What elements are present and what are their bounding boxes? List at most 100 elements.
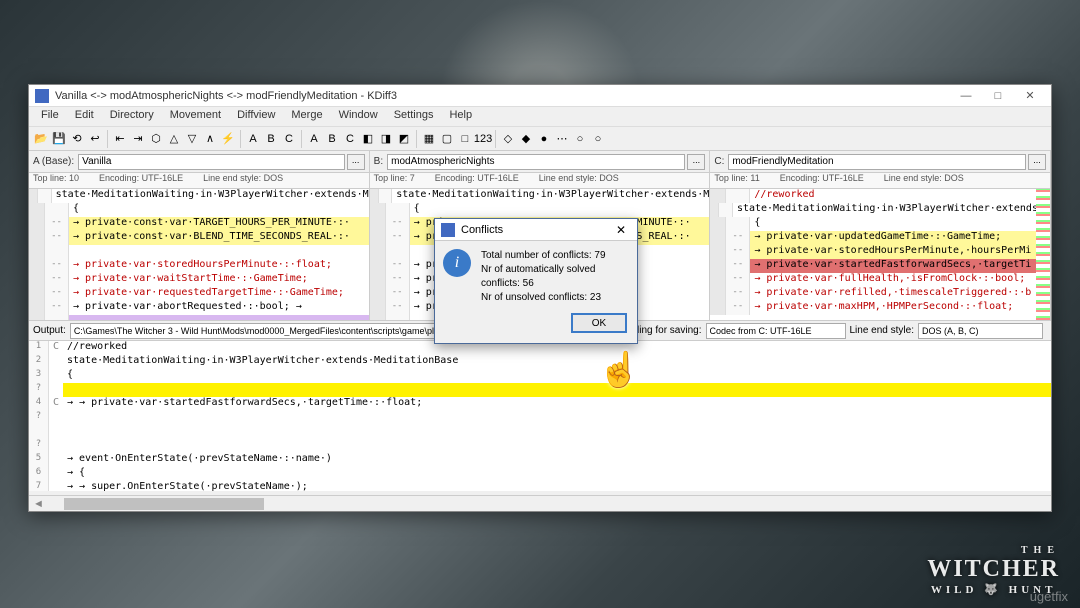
dialog-message: Total number of conflicts: 79 Nr of auto… (481, 249, 629, 305)
toolbar-icon[interactable]: ▽ (184, 131, 200, 147)
output-text: state·MeditationWaiting·in·W3PlayerWitch… (63, 355, 1051, 369)
toolbar: 📂💾⟲↩⇤⇥⬡△▽∧⚡ABCABC◧◨◩▦▢□123◇◆●⋯○○ (29, 127, 1051, 151)
toolbar-icon[interactable]: 123 (475, 131, 491, 147)
toolbar-icon[interactable]: ▢ (439, 131, 455, 147)
topline-label: Top line: 10 (33, 173, 79, 188)
toolbar-icon[interactable]: ◩ (396, 131, 412, 147)
browse-button[interactable]: ... (687, 154, 705, 170)
menu-window[interactable]: Window (331, 107, 386, 126)
pane-name-input[interactable] (78, 154, 345, 170)
toolbar-icon[interactable]: ◧ (360, 131, 376, 147)
browse-button[interactable]: ... (1028, 154, 1046, 170)
code-text: state·MeditationWaiting·in·W3PlayerWitch… (733, 203, 1050, 217)
panes-header: A (Base):...B:...C:... (29, 151, 1051, 173)
output-text: → event·OnEnterState(·prevStateName·:·na… (63, 453, 1051, 467)
code-text: → private·const·var·BLEND_TIME_SECONDS_R… (69, 231, 369, 245)
maximize-button[interactable]: □ (983, 87, 1013, 105)
toolbar-icon[interactable]: 📂 (33, 131, 49, 147)
code-text: → private·var·storedHoursPerMinute,·hour… (750, 245, 1050, 259)
toolbar-icon[interactable]: ⚡ (220, 131, 236, 147)
ok-button[interactable]: OK (571, 313, 627, 333)
menu-help[interactable]: Help (441, 107, 480, 126)
toolbar-icon[interactable]: B (324, 131, 340, 147)
cursor-icon: ☝ (598, 350, 640, 390)
scrollbar-horizontal[interactable]: ◄ (29, 495, 1051, 511)
pane-name-input[interactable] (387, 154, 685, 170)
app-icon (35, 89, 49, 103)
code-text: → private·var·updatedGameTime·:·GameTime… (750, 231, 1050, 245)
toolbar-icon[interactable]: ○ (572, 131, 588, 147)
toolbar-icon[interactable]: ○ (590, 131, 606, 147)
menu-diffview[interactable]: Diffview (229, 107, 283, 126)
titlebar[interactable]: Vanilla <-> modAtmosphericNights <-> mod… (29, 85, 1051, 107)
menu-settings[interactable]: Settings (386, 107, 442, 126)
minimize-button[interactable]: — (951, 87, 981, 105)
dialog-app-icon (441, 223, 455, 237)
toolbar-icon[interactable]: ◆ (518, 131, 534, 147)
encoding-label: Encoding: UTF-16LE (435, 173, 519, 188)
menu-directory[interactable]: Directory (102, 107, 162, 126)
topline-label: Top line: 11 (714, 173, 759, 188)
conflicts-dialog: Conflicts ✕ i Total number of conflicts:… (434, 218, 638, 344)
encoding-label: Encoding: UTF-16LE (780, 173, 864, 188)
code-text (69, 245, 369, 259)
toolbar-icon[interactable]: ↩ (87, 131, 103, 147)
close-button[interactable]: ✕ (1015, 87, 1045, 105)
browse-button[interactable]: ... (347, 154, 365, 170)
toolbar-icon[interactable]: ⇥ (130, 131, 146, 147)
dialog-close-button[interactable]: ✕ (611, 223, 631, 237)
toolbar-icon[interactable]: ⋯ (554, 131, 570, 147)
toolbar-icon[interactable]: □ (457, 131, 473, 147)
code-text: → private·var·requestedTargetTime·:·Game… (69, 287, 369, 301)
toolbar-icon[interactable]: ● (536, 131, 552, 147)
toolbar-icon[interactable]: ⟲ (69, 131, 85, 147)
toolbar-icon[interactable]: ⇤ (112, 131, 128, 147)
code-text: { (410, 203, 710, 217)
code-pane-c[interactable]: //reworkedstate·MeditationWaiting·in·W3P… (710, 189, 1051, 320)
output-text: → → private·var·startedFastforwardSecs,·… (63, 397, 1051, 411)
lineend-select[interactable] (918, 323, 1043, 339)
toolbar-icon[interactable]: ∧ (202, 131, 218, 147)
lineend-label: Line end style: DOS (203, 173, 283, 188)
site-watermark: ugetfix (1030, 589, 1068, 604)
encoding-select[interactable] (706, 323, 846, 339)
encoding-label: Encoding: UTF-16LE (99, 173, 183, 188)
toolbar-icon[interactable]: C (281, 131, 297, 147)
code-text: → private·const·var·TARGET_HOURS_PER_MIN… (69, 217, 369, 231)
code-text: //reworked (750, 189, 1050, 203)
toolbar-icon[interactable]: △ (166, 131, 182, 147)
dialog-titlebar[interactable]: Conflicts ✕ (435, 219, 637, 241)
menu-edit[interactable]: Edit (67, 107, 102, 126)
toolbar-icon[interactable]: ◨ (378, 131, 394, 147)
code-text: → private·var·waitStartTime·:·GameTime; (69, 273, 369, 287)
code-text: → private·var·startedFastforwardSecs,·ta… (750, 259, 1050, 273)
output-text: → → super.OnEnterState(·prevStateName·); (63, 481, 1051, 491)
overview-strip[interactable] (1036, 189, 1050, 320)
toolbar-icon[interactable]: C (342, 131, 358, 147)
code-text: { (750, 217, 1050, 231)
output-pane[interactable]: 1C//reworked2state·MeditationWaiting·in·… (29, 341, 1051, 491)
toolbar-icon[interactable]: B (263, 131, 279, 147)
code-text: { (69, 203, 369, 217)
toolbar-icon[interactable]: ◇ (500, 131, 516, 147)
menu-merge[interactable]: Merge (283, 107, 330, 126)
code-text (69, 315, 369, 320)
menu-movement[interactable]: Movement (162, 107, 229, 126)
menu-file[interactable]: File (33, 107, 67, 126)
output-text: → { (63, 467, 1051, 481)
toolbar-icon[interactable]: ▦ (421, 131, 437, 147)
toolbar-icon[interactable]: ⬡ (148, 131, 164, 147)
pane-name-input[interactable] (728, 154, 1026, 170)
code-text: → private·var·maxHPM,·HPMPerSecond·:·flo… (750, 301, 1050, 315)
pane-label: C: (714, 156, 724, 167)
menubar: FileEditDirectoryMovementDiffviewMergeWi… (29, 107, 1051, 127)
code-pane-a[interactable]: state·MeditationWaiting·in·W3PlayerWitch… (29, 189, 370, 320)
code-text: → private·var·refilled,·timescaleTrigger… (750, 287, 1050, 301)
toolbar-icon[interactable]: A (306, 131, 322, 147)
pane-label: B: (374, 156, 383, 167)
output-text (63, 411, 1051, 425)
toolbar-icon[interactable]: 💾 (51, 131, 67, 147)
code-text: → private·var·abortRequested·:·bool; → (69, 301, 369, 315)
code-text: state·MeditationWaiting·in·W3PlayerWitch… (392, 189, 709, 203)
toolbar-icon[interactable]: A (245, 131, 261, 147)
